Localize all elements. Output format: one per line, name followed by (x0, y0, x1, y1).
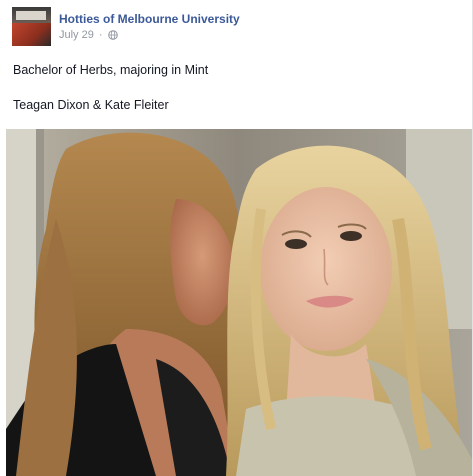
page-avatar[interactable] (12, 7, 51, 46)
avatar-image-bottom (12, 23, 51, 46)
page-name-link[interactable]: Hotties of Melbourne University (59, 12, 240, 26)
post-caption-line-2: Teagan Dixon & Kate Fleiter (13, 98, 169, 112)
globe-icon[interactable] (107, 30, 118, 40)
post-header: Hotties of Melbourne University July 29 … (12, 7, 460, 47)
post-meta: July 29 · (59, 29, 118, 41)
separator-dot: · (98, 29, 103, 41)
facebook-post: Hotties of Melbourne University July 29 … (0, 0, 473, 476)
post-caption-line-1: Bachelor of Herbs, majoring in Mint (13, 63, 209, 77)
post-date-link[interactable]: July 29 (59, 29, 94, 41)
post-photo-image (6, 129, 472, 476)
post-photo[interactable] (6, 129, 472, 476)
avatar-image-strip (16, 11, 46, 20)
